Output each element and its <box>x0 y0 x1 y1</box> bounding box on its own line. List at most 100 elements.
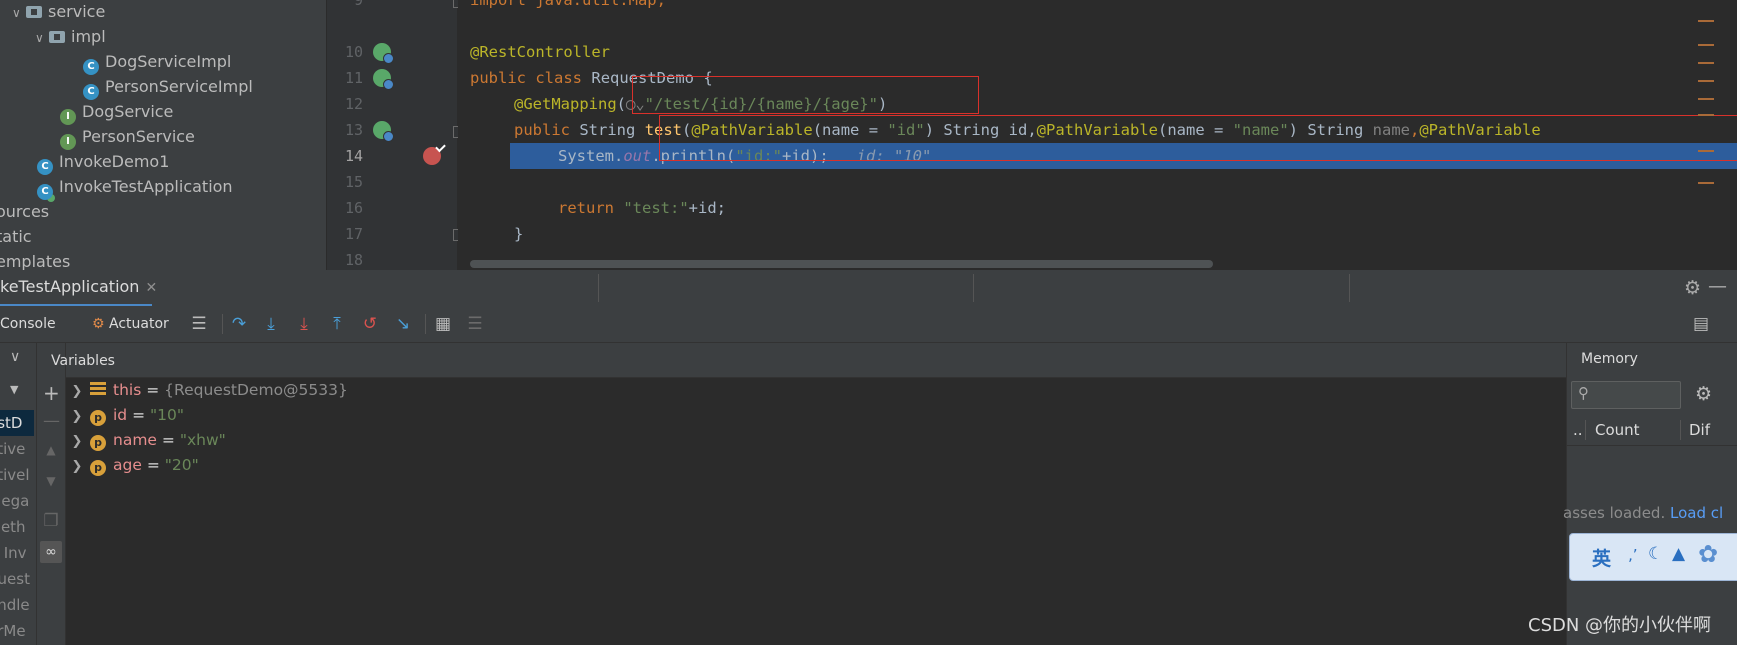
gear-icon[interactable]: ⚙ <box>1695 383 1712 405</box>
punctuation-icon[interactable]: ‚’ <box>1628 546 1638 564</box>
tree-item-service[interactable]: ∨ service <box>12 0 105 24</box>
tree-item-resources[interactable]: ources <box>0 200 49 224</box>
code-line: return "test:"+id; <box>558 199 726 217</box>
move-down-icon[interactable]: ▼ <box>43 474 59 488</box>
search-icon: ⚲ <box>1578 384 1589 402</box>
tree-item-dogserviceimpl[interactable]: C DogServiceImpl <box>83 50 231 75</box>
error-stripe-mark[interactable] <box>1698 44 1714 46</box>
drop-frame-icon[interactable]: ↺ <box>361 315 379 333</box>
ime-language-label[interactable]: 英 <box>1592 544 1611 571</box>
gear-icon[interactable]: ⚙ <box>1684 277 1701 299</box>
frame-item[interactable]: erMe <box>0 618 34 644</box>
chevron-right-icon[interactable]: ❯ <box>64 429 90 454</box>
skin-icon[interactable]: ▲ <box>1672 544 1685 564</box>
spring-bean-gutter-icon[interactable] <box>373 43 394 64</box>
tree-item-personservice[interactable]: I PersonService <box>60 125 195 150</box>
variable-row[interactable]: ❯ p age = "20" <box>64 453 199 478</box>
variable-row[interactable]: ❯ p id = "10" <box>64 403 184 428</box>
actuator-tab[interactable]: ⚙ Actuator <box>92 306 169 342</box>
dropdown-icon[interactable]: ▼ <box>10 383 18 396</box>
line-number: 12 <box>344 95 363 113</box>
step-out-icon[interactable]: ⤒ <box>328 315 346 333</box>
variable-row[interactable]: ❯ p name = "xhw" <box>64 428 226 453</box>
close-icon[interactable]: ✕ <box>145 280 157 296</box>
parameter-icon: p <box>90 460 106 476</box>
line-number: 15 <box>344 173 363 191</box>
frame-item[interactable]: elega <box>0 488 34 514</box>
project-tree: ∨ service ∨ impl C DogServiceImpl C PersonSe… <box>0 0 327 270</box>
chevron-right-icon[interactable]: ❯ <box>64 404 90 429</box>
memory-table-header: .. Count Dif <box>1567 415 1737 446</box>
load-classes-link[interactable]: Load cl <box>1670 504 1723 522</box>
error-stripe-mark[interactable] <box>1698 80 1714 82</box>
tree-item-static[interactable]: tatic <box>0 225 32 249</box>
spring-bean-gutter-icon[interactable] <box>373 69 394 90</box>
chevron-right-icon[interactable]: ❯ <box>64 454 90 479</box>
error-stripe-mark[interactable] <box>1698 98 1714 100</box>
frame-item[interactable]: r, Inv <box>0 540 34 566</box>
column-diff[interactable]: Dif <box>1689 415 1710 445</box>
move-up-icon[interactable]: ▲ <box>43 443 59 457</box>
error-stripe-mark[interactable] <box>1698 62 1714 64</box>
breakpoint-icon[interactable] <box>423 147 441 165</box>
web-endpoint-gutter-icon[interactable] <box>373 121 394 142</box>
tree-item-personserviceimpl[interactable]: C PersonServiceImpl <box>83 75 253 100</box>
memory-search-input[interactable]: ⚲ <box>1571 381 1681 409</box>
tree-item-invokedemo1[interactable]: C InvokeDemo1 <box>37 150 169 175</box>
evaluate-expression-icon[interactable]: ▦ <box>434 315 452 333</box>
class-icon: C <box>37 159 53 175</box>
interface-icon: I <box>60 134 76 150</box>
duplicate-icon[interactable]: ❐ <box>43 511 59 531</box>
menu-icon[interactable]: ☰ <box>190 315 208 333</box>
step-into-icon[interactable]: ⤓ <box>295 315 313 333</box>
variable-row[interactable]: ❯ this = {RequestDemo@5533} <box>64 378 348 403</box>
frame-item[interactable]: ativel <box>0 462 34 488</box>
column-count[interactable]: Count <box>1595 415 1640 445</box>
frame-item[interactable]: ative <box>0 436 34 462</box>
chevron-down-icon[interactable]: ∨ <box>12 1 26 25</box>
frame-item[interactable]: quest <box>0 566 34 592</box>
step-over-icon[interactable]: ⤓ <box>262 315 280 333</box>
tree-item-invoketestapplication[interactable]: C InvokeTestApplication <box>37 175 233 200</box>
error-stripe-mark[interactable] <box>1698 114 1714 116</box>
line-number: 10 <box>344 43 363 61</box>
show-execution-point-icon[interactable]: ↷ <box>230 315 248 333</box>
tab-debug-session[interactable]: keTestApplication ✕ <box>0 270 157 307</box>
error-stripe-mark[interactable] <box>1698 150 1714 152</box>
frame-item[interactable]: Meth <box>0 514 34 540</box>
tree-item-impl[interactable]: ∨ impl <box>35 25 106 49</box>
glasses-icon[interactable]: ∞ <box>40 541 62 563</box>
parameter-icon: p <box>90 435 106 451</box>
code-line: import java.util.Map; <box>470 0 666 9</box>
moon-icon[interactable]: ☾ <box>1648 544 1663 564</box>
layout-icon[interactable]: ▤ <box>1692 315 1710 333</box>
line-number: 17 <box>344 225 363 243</box>
remove-watch-icon[interactable]: — <box>43 411 60 431</box>
chevron-right-icon[interactable]: ❯ <box>64 379 90 404</box>
memory-header: Memory <box>1581 351 1638 367</box>
code-line: @RestController <box>470 43 610 61</box>
trace-icon[interactable]: ☰ <box>466 315 484 333</box>
run-to-cursor-icon[interactable]: ↘ <box>394 315 412 333</box>
chevron-down-icon[interactable]: ∨ <box>10 349 20 365</box>
horizontal-scrollbar[interactable] <box>470 260 1213 268</box>
tree-item-templates[interactable]: emplates <box>0 250 70 270</box>
memory-status: asses loaded. Load cl <box>1563 504 1724 522</box>
tree-item-dogservice[interactable]: I DogService <box>60 100 173 125</box>
frame-item[interactable]: estD <box>0 410 34 436</box>
ime-toolbar[interactable]: 英 ‚’ ☾ ▲ ✿ <box>1569 533 1737 581</box>
spring-boot-app-icon: C <box>37 184 53 200</box>
frames-list: estD ative ativel elega Meth r, Inv ques… <box>0 410 34 645</box>
annotation-box <box>632 76 979 114</box>
frame-item[interactable]: andle <box>0 592 34 618</box>
line-number: 13 <box>344 121 363 139</box>
error-stripe-mark[interactable] <box>1698 182 1714 184</box>
add-watch-icon[interactable]: + <box>43 381 60 405</box>
chevron-down-icon[interactable]: ∨ <box>35 26 49 50</box>
variables-tree[interactable]: ❯ this = {RequestDemo@5533} ❯ p id = "10" ❯… <box>66 378 1566 645</box>
flower-logo-icon: ✿ <box>1698 540 1719 568</box>
console-tab[interactable]: Console <box>0 306 56 342</box>
folder-icon <box>49 31 65 43</box>
minimize-icon[interactable]: — <box>1708 275 1727 297</box>
error-stripe-mark[interactable] <box>1698 20 1714 22</box>
